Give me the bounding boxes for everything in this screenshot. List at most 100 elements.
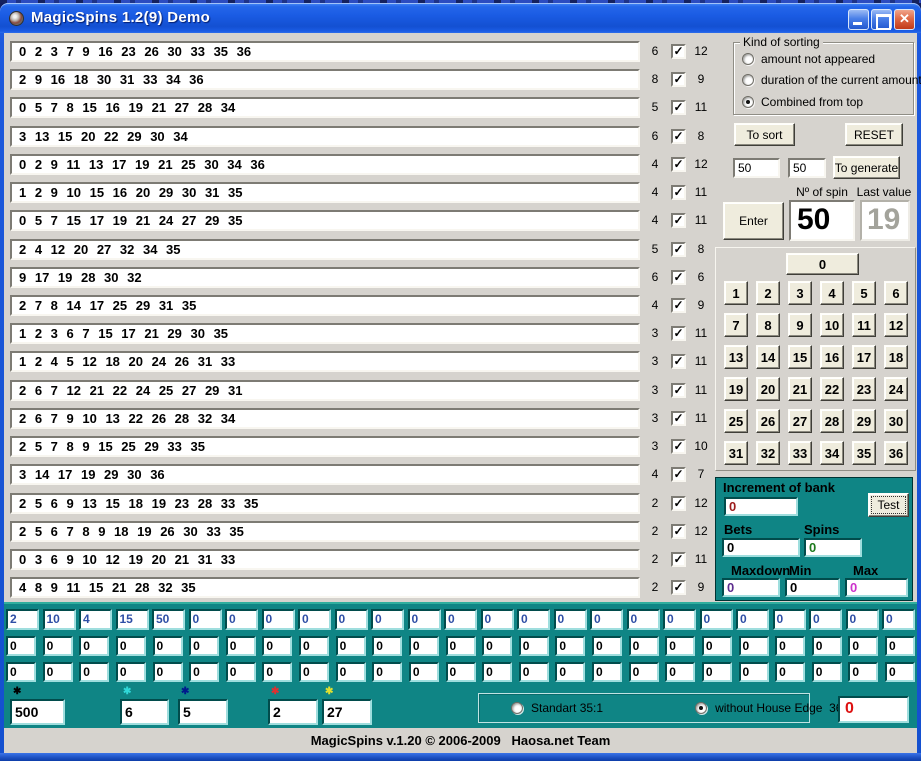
spin-numbers-field[interactable]: 2 5 6 9 13 15 18 19 23 28 33 35 [10,493,640,514]
bet-grid-cell[interactable]: 0 [372,662,402,682]
bet-grid-cell[interactable]: 0 [519,662,549,682]
row-checkbox[interactable]: ✓ [671,242,686,257]
bet-grid-cell[interactable]: 0 [189,662,219,682]
spin-numbers-field[interactable]: 3 13 15 20 22 29 30 34 [10,126,640,147]
spin-numbers-field[interactable]: 3 14 17 19 29 30 36 [10,464,640,485]
bet-grid-cell[interactable]: 0 [773,609,806,630]
numpad-26-button[interactable]: 26 [756,409,780,433]
row-checkbox[interactable]: ✓ [671,496,686,511]
bet-grid-cell[interactable]: 0 [702,662,732,682]
spin-numbers-field[interactable]: 2 4 12 20 27 32 34 35 [10,239,640,260]
bet-grid-cell[interactable]: 0 [592,636,622,656]
bet-grid-cell[interactable]: 0 [885,662,915,682]
row-checkbox[interactable]: ✓ [671,44,686,59]
sorting-option-amount-not-appeared[interactable]: amount not appeared [742,52,875,66]
spin-numbers-field[interactable]: 2 6 7 12 21 22 24 25 27 29 31 [10,380,640,401]
numpad-22-button[interactable]: 22 [820,377,844,401]
bet-grid-cell[interactable]: 4 [79,609,112,630]
bet-grid-cell[interactable]: 15 [116,609,149,630]
row-checkbox[interactable]: ✓ [671,467,686,482]
spin-numbers-field[interactable]: 1 2 3 6 7 15 17 21 29 30 35 [10,323,640,344]
bet-grid-cell[interactable]: 0 [775,662,805,682]
spin-numbers-field[interactable]: 1 2 4 5 12 18 20 24 26 31 33 [10,351,640,372]
spin-numbers-field[interactable]: 2 5 7 8 9 15 25 29 33 35 [10,436,640,457]
bet-grid-cell[interactable]: 0 [592,662,622,682]
spin-numbers-field[interactable]: 1 2 9 10 15 16 20 29 30 31 35 [10,182,640,203]
bet-grid-cell[interactable]: 0 [848,636,878,656]
bet-grid-cell[interactable]: 2 [6,609,39,630]
stake-input[interactable]: 5 [178,699,228,725]
spin-numbers-field[interactable]: 0 2 3 7 9 16 23 26 30 33 35 36 [10,41,640,62]
spin-numbers-field[interactable]: 0 2 9 11 13 17 19 21 25 30 34 36 [10,154,640,175]
numpad-27-button[interactable]: 27 [788,409,812,433]
numpad-31-button[interactable]: 31 [724,441,748,465]
to-sort-button[interactable]: To sort [734,123,795,146]
bet-grid-cell[interactable]: 0 [298,609,331,630]
bet-grid-cell[interactable]: 0 [812,636,842,656]
spin-numbers-field[interactable]: 9 17 19 28 30 32 [10,267,640,288]
bet-grid-cell[interactable]: 0 [226,636,256,656]
radio-icon[interactable] [695,702,707,714]
numpad-23-button[interactable]: 23 [852,377,876,401]
numpad-32-button[interactable]: 32 [756,441,780,465]
numpad-4-button[interactable]: 4 [820,281,844,305]
bet-grid-cell[interactable]: 10 [43,609,76,630]
bet-grid-cell[interactable]: 0 [629,662,659,682]
numpad-14-button[interactable]: 14 [756,345,780,369]
bet-grid-cell[interactable]: 0 [702,636,732,656]
spin-numbers-field[interactable]: 0 5 7 8 15 16 19 21 27 28 34 [10,97,640,118]
row-checkbox[interactable]: ✓ [671,580,686,595]
numpad-15-button[interactable]: 15 [788,345,812,369]
numpad-7-button[interactable]: 7 [724,313,748,337]
bet-grid-cell[interactable]: 0 [663,609,696,630]
bet-grid-cell[interactable]: 0 [809,609,842,630]
close-icon[interactable] [894,9,915,30]
bet-grid-cell[interactable]: 0 [629,636,659,656]
numpad-10-button[interactable]: 10 [820,313,844,337]
bet-grid-cell[interactable]: 0 [153,636,183,656]
bet-grid-cell[interactable]: 0 [444,609,477,630]
bet-grid-cell[interactable]: 0 [846,609,879,630]
bet-grid-cell[interactable]: 0 [6,636,36,656]
row-checkbox[interactable]: ✓ [671,552,686,567]
numpad-16-button[interactable]: 16 [820,345,844,369]
bet-grid-cell[interactable]: 0 [736,609,769,630]
row-checkbox[interactable]: ✓ [671,270,686,285]
bet-grid-cell[interactable]: 0 [262,662,292,682]
bet-grid-cell[interactable]: 0 [116,636,146,656]
bet-grid-cell[interactable]: 0 [226,662,256,682]
bet-grid-cell[interactable]: 50 [152,609,185,630]
minimize-icon[interactable] [848,9,869,30]
bet-grid-cell[interactable]: 0 [299,636,329,656]
bet-grid-cell[interactable]: 0 [335,609,368,630]
bet-grid-cell[interactable]: 0 [812,662,842,682]
stake-input[interactable]: 6 [120,699,169,725]
bets-input[interactable]: 0 [722,538,800,557]
bet-grid-cell[interactable]: 0 [739,636,769,656]
numpad-13-button[interactable]: 13 [724,345,748,369]
row-checkbox[interactable]: ✓ [671,129,686,144]
numpad-18-button[interactable]: 18 [884,345,908,369]
row-checkbox[interactable]: ✓ [671,157,686,172]
bet-grid-cell[interactable]: 0 [189,609,222,630]
bet-grid-cell[interactable]: 0 [336,662,366,682]
row-checkbox[interactable]: ✓ [671,326,686,341]
bet-grid-cell[interactable]: 0 [408,609,441,630]
bet-grid-cell[interactable]: 0 [299,662,329,682]
bet-grid-cell[interactable]: 0 [555,636,585,656]
numpad-33-button[interactable]: 33 [788,441,812,465]
bet-grid-cell[interactable]: 0 [482,636,512,656]
numpad-11-button[interactable]: 11 [852,313,876,337]
numpad-3-button[interactable]: 3 [788,281,812,305]
bet-grid-cell[interactable]: 0 [153,662,183,682]
bet-grid-cell[interactable]: 0 [225,609,258,630]
bet-grid-cell[interactable]: 0 [372,636,402,656]
maxdown-input[interactable]: 0 [722,578,780,597]
enter-button[interactable]: Enter [723,202,784,240]
numpad-17-button[interactable]: 17 [852,345,876,369]
bet-grid-cell[interactable]: 0 [739,662,769,682]
spins-input[interactable]: 0 [804,538,862,557]
spin-numbers-field[interactable]: 0 3 6 9 10 12 19 20 21 31 33 [10,549,640,570]
row-checkbox[interactable]: ✓ [671,354,686,369]
bet-grid-cell[interactable]: 0 [882,609,915,630]
